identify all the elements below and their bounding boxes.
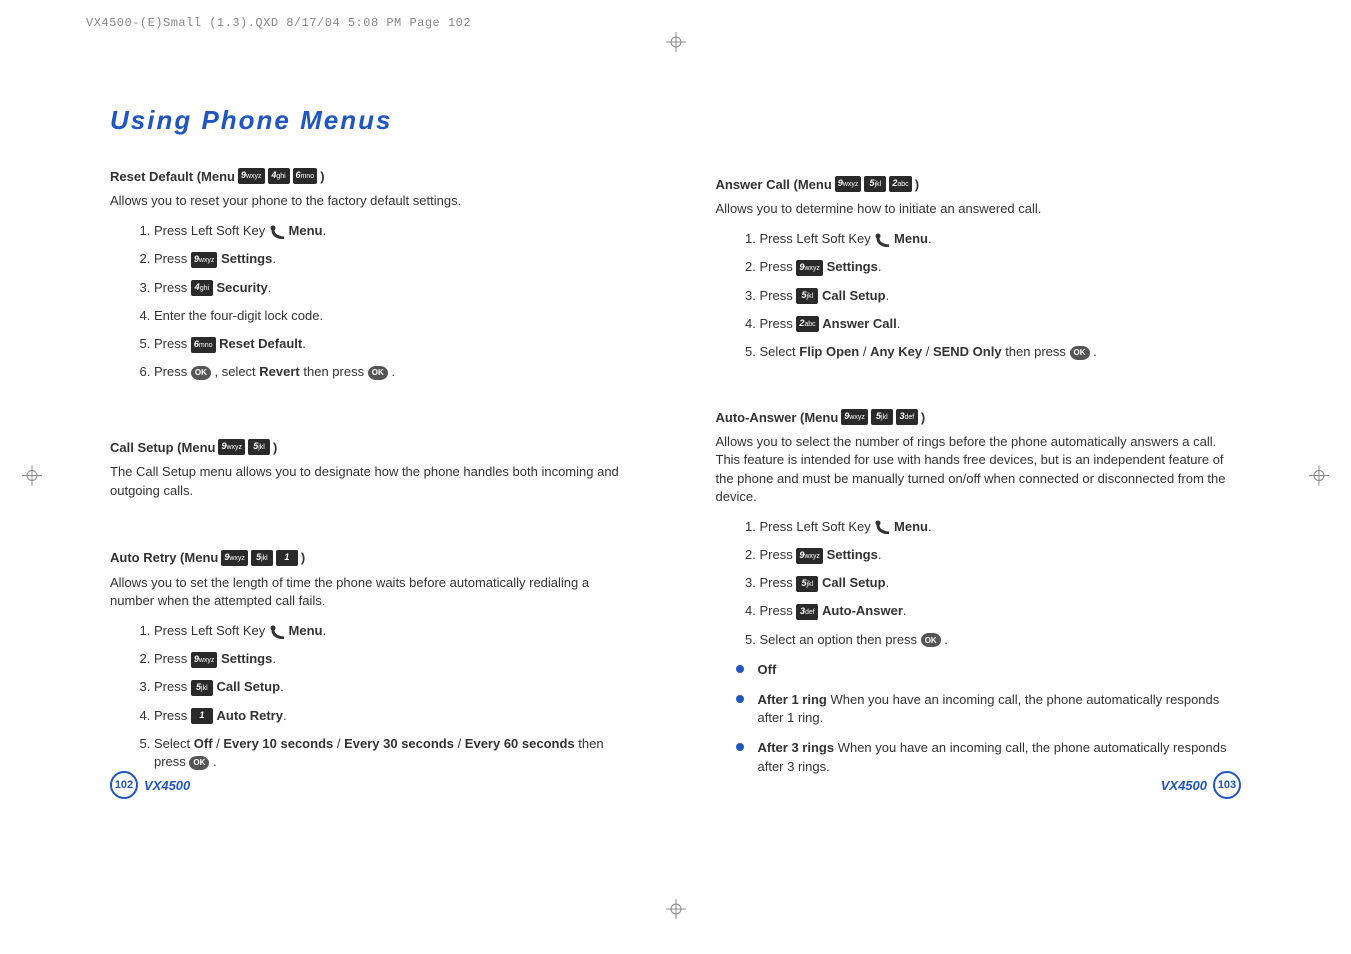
steps-list: Press Left Soft Key Menu. Press 9wxyz Se… [716,230,1242,361]
ok-key-icon: OK [189,756,209,770]
key-5-icon: 5jkl [796,576,818,592]
step: Press OK , select Revert then press OK . [154,363,636,381]
heading-text: Answer Call (Menu [716,177,832,192]
page-number: 102 [110,771,138,799]
section-heading-call-setup: Call Setup (Menu 9wxyz 5jkl ) [110,439,636,455]
model-label: VX4500 [144,778,190,793]
heading-text: Reset Default (Menu [110,169,235,184]
key-9-icon: 9wxyz [191,252,218,268]
crop-mark-icon [22,466,42,489]
key-2-icon: 2abc [889,176,911,192]
key-4-icon: 4ghi [191,280,213,296]
key-9-icon: 9wxyz [835,176,862,192]
step: Press 5jkl Call Setup. [760,574,1242,592]
page-spread: VX4500-(E)Small (1.3).QXD 8/17/04 5:08 P… [0,0,1351,954]
section-desc: Allows you to set the length of time the… [110,574,636,610]
key-9-icon: 9wxyz [796,260,823,276]
heading-text: ) [915,177,919,192]
key-3-icon: 3def [796,604,818,620]
key-1-icon: 1 [191,708,213,724]
key-5-icon: 5jkl [248,439,270,455]
crop-mark-icon [666,899,686,922]
left-soft-key-icon [269,225,285,239]
section-heading-answer-call: Answer Call (Menu 9wxyz 5jkl 2abc ) [716,176,1242,192]
footer-left: 102 VX4500 [110,771,190,799]
page-number: 103 [1213,771,1241,799]
ok-key-icon: OK [368,366,388,380]
section-heading-auto-retry: Auto Retry (Menu 9wxyz 5jkl 1 ) [110,550,636,566]
left-soft-key-icon [874,233,890,247]
steps-list: Press Left Soft Key Menu. Press 9wxyz Se… [716,518,1242,649]
step: Enter the four-digit lock code. [154,307,636,325]
heading-text: Auto-Answer (Menu [716,410,839,425]
key-5-icon: 5jkl [796,288,818,304]
model-label: VX4500 [1161,778,1207,793]
step: Press Left Soft Key Menu. [760,518,1242,536]
key-4-icon: 4ghi [268,168,290,184]
key-9-icon: 9wxyz [238,168,265,184]
key-9-icon: 9wxyz [191,652,218,668]
step: Press 5jkl Call Setup. [154,678,636,696]
heading-text: ) [301,550,305,565]
step: Press 6mno Reset Default. [154,335,636,353]
heading-text: Auto Retry (Menu [110,550,218,565]
step: Press Left Soft Key Menu. [760,230,1242,248]
step: Press 4ghi Security. [154,279,636,297]
heading-text: ) [921,410,925,425]
key-5-icon: 5jkl [251,550,273,566]
key-1-icon: 1 [276,550,298,566]
key-9-icon: 9wxyz [218,439,245,455]
step: Press 2abc Answer Call. [760,315,1242,333]
key-9-icon: 9wxyz [796,548,823,564]
key-9-icon: 9wxyz [221,550,248,566]
footer-right: VX4500 103 [1161,771,1241,799]
section-desc: The Call Setup menu allows you to design… [110,463,636,499]
key-5-icon: 5jkl [871,409,893,425]
left-soft-key-icon [269,625,285,639]
step: Select Flip Open / Any Key / SEND Only t… [760,343,1242,361]
heading-text: ) [320,169,324,184]
section-desc: Allows you to select the number of rings… [716,433,1242,506]
step: Press 1 Auto Retry. [154,707,636,725]
section-heading-auto-answer: Auto-Answer (Menu 9wxyz 5jkl 3def ) [716,409,1242,425]
steps-list: Press Left Soft Key Menu. Press 9wxyz Se… [110,222,636,381]
step: Press 5jkl Call Setup. [760,287,1242,305]
key-3-icon: 3def [896,409,918,425]
ok-key-icon: OK [921,633,941,647]
key-6-icon: 6mno [191,337,216,353]
crop-mark-icon [666,32,686,55]
step: Press 9wxyz Settings. [154,250,636,268]
step: Press Left Soft Key Menu. [154,222,636,240]
step: Press Left Soft Key Menu. [154,622,636,640]
section-heading-reset-default: Reset Default (Menu 9wxyz 4ghi 6mno ) [110,168,636,184]
key-2-icon: 2abc [796,316,818,332]
crop-mark-icon [1309,466,1329,489]
section-desc: Allows you to reset your phone to the fa… [110,192,636,210]
bullet-list: Off After 1 ring When you have an incomi… [716,661,1242,776]
step: Press 3def Auto-Answer. [760,602,1242,620]
key-5-icon: 5jkl [191,680,213,696]
print-header: VX4500-(E)Small (1.3).QXD 8/17/04 5:08 P… [86,16,471,30]
section-desc: Allows you to determine how to initiate … [716,200,1242,218]
right-column: Answer Call (Menu 9wxyz 5jkl 2abc ) Allo… [716,150,1242,788]
step: Select an option then press OK . [760,631,1242,649]
left-column: Reset Default (Menu 9wxyz 4ghi 6mno ) Al… [110,150,636,788]
step: Select Off / Every 10 seconds / Every 30… [154,735,636,771]
heading-text: Call Setup (Menu [110,440,215,455]
step: Press 9wxyz Settings. [760,546,1242,564]
step: Press 9wxyz Settings. [760,258,1242,276]
heading-text: ) [273,440,277,455]
steps-list: Press Left Soft Key Menu. Press 9wxyz Se… [110,622,636,771]
bullet-item: After 1 ring When you have an incoming c… [736,691,1242,727]
page-title: Using Phone Menus [110,105,392,136]
key-6-icon: 6mno [293,168,318,184]
step: Press 9wxyz Settings. [154,650,636,668]
content-columns: Reset Default (Menu 9wxyz 4ghi 6mno ) Al… [110,150,1241,788]
ok-key-icon: OK [191,366,211,380]
key-9-icon: 9wxyz [841,409,868,425]
ok-key-icon: OK [1070,346,1090,360]
bullet-item: Off [736,661,1242,679]
key-5-icon: 5jkl [864,176,886,192]
left-soft-key-icon [874,520,890,534]
